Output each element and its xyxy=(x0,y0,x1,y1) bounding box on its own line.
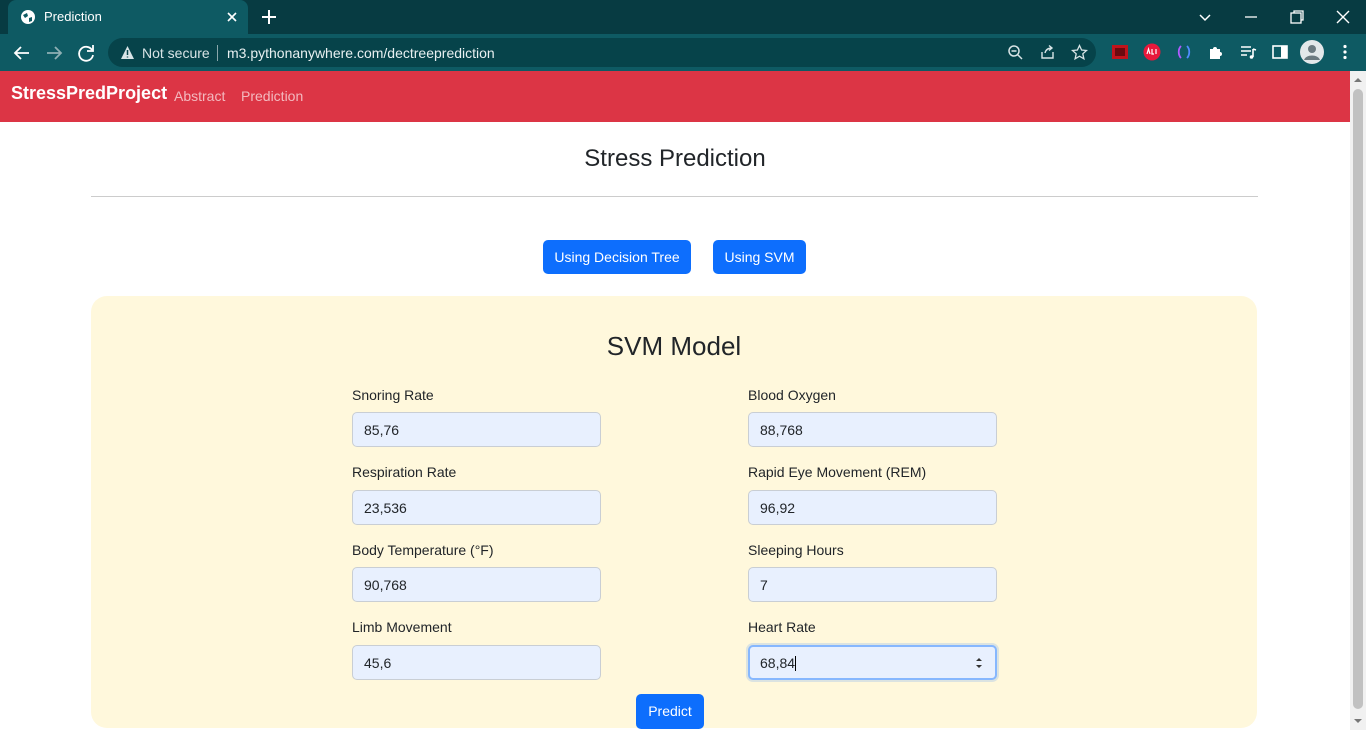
heart-rate-input[interactable]: 68,84 xyxy=(748,645,997,680)
tab-search-chevron-icon[interactable] xyxy=(1194,6,1216,28)
blood-oxygen-value: 88,768 xyxy=(760,422,803,438)
page-viewport: StressPredProject Abstract Prediction St… xyxy=(0,71,1350,730)
sleeping-hours-value: 7 xyxy=(760,577,768,593)
heart-rate-value: 68,84 xyxy=(760,655,796,671)
snoring-rate-value: 85,76 xyxy=(364,422,400,438)
snoring-rate-input[interactable]: 85,76 xyxy=(352,412,601,447)
rem-input[interactable]: 96,92 xyxy=(748,490,997,525)
tab-title: Prediction xyxy=(44,9,102,24)
share-icon[interactable] xyxy=(1039,44,1056,61)
close-tab-icon[interactable] xyxy=(224,9,240,25)
respiration-rate-label: Respiration Rate xyxy=(352,464,457,480)
rem-value: 96,92 xyxy=(760,500,796,516)
extension-brackets-icon[interactable] xyxy=(1175,43,1193,61)
sleeping-hours-label: Sleeping Hours xyxy=(748,542,844,558)
back-arrow-icon[interactable] xyxy=(11,42,33,64)
warning-icon[interactable] xyxy=(120,45,135,60)
limb-movement-input[interactable]: 45,6 xyxy=(352,645,601,680)
snoring-rate-label: Snoring Rate xyxy=(352,387,434,403)
scroll-up-arrow-icon[interactable] xyxy=(1354,76,1362,84)
forward-arrow-icon[interactable] xyxy=(43,42,65,64)
restore-icon[interactable] xyxy=(1286,6,1308,28)
scrollbar-thumb[interactable] xyxy=(1353,89,1363,709)
predict-button[interactable]: Predict xyxy=(636,694,704,729)
browser-tab-strip: Prediction xyxy=(0,0,1366,34)
rem-label: Rapid Eye Movement (REM) xyxy=(748,464,927,480)
number-spinner-icon[interactable] xyxy=(975,656,983,670)
svm-form-card: SVM Model Snoring Rate 85,76 Blood Oxyge… xyxy=(91,296,1257,729)
new-tab-icon[interactable] xyxy=(260,8,278,26)
nav-link-prediction[interactable]: Prediction xyxy=(241,88,303,104)
respiration-rate-value: 23,536 xyxy=(364,500,407,516)
site-navbar: StressPredProject Abstract Prediction xyxy=(0,71,1350,122)
bookmark-star-icon[interactable] xyxy=(1071,44,1088,61)
page-scrollbar[interactable] xyxy=(1350,71,1366,730)
adblock-icon[interactable] xyxy=(1143,43,1161,61)
avatar[interactable] xyxy=(1300,40,1324,64)
side-panel-icon[interactable] xyxy=(1271,43,1289,61)
url-text[interactable]: m3.pythonanywhere.com/dectreeprediction xyxy=(227,45,495,61)
puzzle-icon[interactable] xyxy=(1207,43,1225,61)
brand-link[interactable]: StressPredProject xyxy=(11,83,167,104)
zoom-icon[interactable] xyxy=(1007,44,1024,61)
heart-rate-label: Heart Rate xyxy=(748,619,816,635)
text-cursor xyxy=(795,656,797,671)
more-menu-icon[interactable] xyxy=(1336,43,1354,61)
svm-button[interactable]: Using SVM xyxy=(713,240,806,274)
scroll-down-arrow-icon[interactable] xyxy=(1354,717,1362,725)
browser-tab[interactable]: Prediction xyxy=(8,0,248,34)
page-title: Stress Prediction xyxy=(584,145,766,172)
media-queue-icon[interactable] xyxy=(1239,43,1257,61)
close-window-icon[interactable] xyxy=(1332,6,1354,28)
limb-movement-value: 45,6 xyxy=(364,655,392,671)
blood-oxygen-input[interactable]: 88,768 xyxy=(748,412,997,447)
reload-icon[interactable] xyxy=(75,42,97,64)
minimize-icon[interactable] xyxy=(1240,6,1262,28)
divider xyxy=(217,45,218,61)
globe-icon xyxy=(21,10,35,24)
blood-oxygen-label: Blood Oxygen xyxy=(748,387,836,403)
sleeping-hours-input[interactable]: 7 xyxy=(748,567,997,602)
limb-movement-label: Limb Movement xyxy=(352,619,452,635)
form-title: SVM Model xyxy=(606,331,742,361)
body-temperature-label: Body Temperature (°F) xyxy=(352,542,494,558)
browser-toolbar: Not secure m3.pythonanywhere.com/dectree… xyxy=(0,34,1366,71)
body-temperature-input[interactable]: 90,768 xyxy=(352,567,601,602)
extension-icon[interactable] xyxy=(1111,43,1129,61)
respiration-rate-input[interactable]: 23,536 xyxy=(352,490,601,525)
decision-tree-button[interactable]: Using Decision Tree xyxy=(543,240,691,274)
security-status[interactable]: Not secure xyxy=(142,45,210,61)
address-bar[interactable]: Not secure m3.pythonanywhere.com/dectree… xyxy=(108,38,1096,67)
nav-link-abstract[interactable]: Abstract xyxy=(174,88,225,104)
divider xyxy=(91,196,1258,197)
body-temperature-value: 90,768 xyxy=(364,577,407,593)
